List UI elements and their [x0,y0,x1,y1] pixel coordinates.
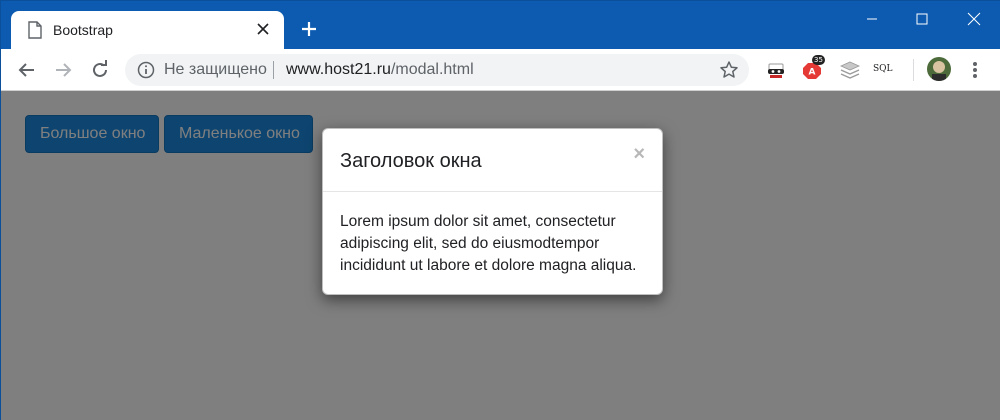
new-tab-icon[interactable] [297,17,321,41]
omnibox-divider [273,61,274,79]
url-path: /modal.html [390,61,474,78]
address-bar[interactable]: Не защищено www.host21.ru/modal.html [125,54,749,86]
tab-close-icon[interactable] [254,20,272,38]
adblock-extension-icon[interactable]: A 35 [801,55,825,81]
reload-icon[interactable] [88,58,112,82]
modal-dialog: Заголовок окна × Lorem ipsum dolor sit a… [322,128,663,295]
browser-tab[interactable]: Bootstrap [11,11,284,49]
close-window-icon[interactable] [959,7,989,31]
profile-avatar[interactable] [927,57,951,81]
security-status: Не защищено [164,61,267,78]
toolbar-divider [913,59,914,81]
page-content: Большое окно Маленькое окно Заголовок ок… [1,91,1000,420]
url-text[interactable]: www.host21.ru/modal.html [286,61,474,79]
modal-header: Заголовок окна × [323,129,662,192]
avatar-image [927,57,951,81]
svg-text:A: A [809,68,816,78]
tab-title: Bootstrap [53,22,113,38]
title-bar: Bootstrap [1,1,1000,49]
url-host: www.host21.ru [286,61,391,78]
info-icon[interactable] [137,61,155,79]
browser-toolbar: Не защищено www.host21.ru/modal.html A 3… [1,49,1000,91]
maximize-icon[interactable] [907,7,937,31]
forward-arrow-icon[interactable] [51,58,75,82]
bookmark-star-icon[interactable] [719,60,739,80]
minimize-icon[interactable] [857,7,887,31]
browser-window: Bootstrap Не защищено www.host21.ru/moda… [0,0,1000,420]
modal-body-text: Lorem ipsum dolor sit amet, consectetur … [340,213,637,274]
adblock-badge: 35 [812,55,825,65]
layers-extension-icon[interactable] [839,59,861,81]
document-icon [28,21,42,39]
sql-extension-icon[interactable]: SQL [873,64,901,86]
modal-close-icon[interactable]: × [633,144,645,164]
back-arrow-icon[interactable] [15,58,39,82]
menu-dots-icon[interactable] [967,59,983,81]
mask-extension-icon[interactable] [765,59,787,81]
modal-title: Заголовок окна [340,150,482,172]
